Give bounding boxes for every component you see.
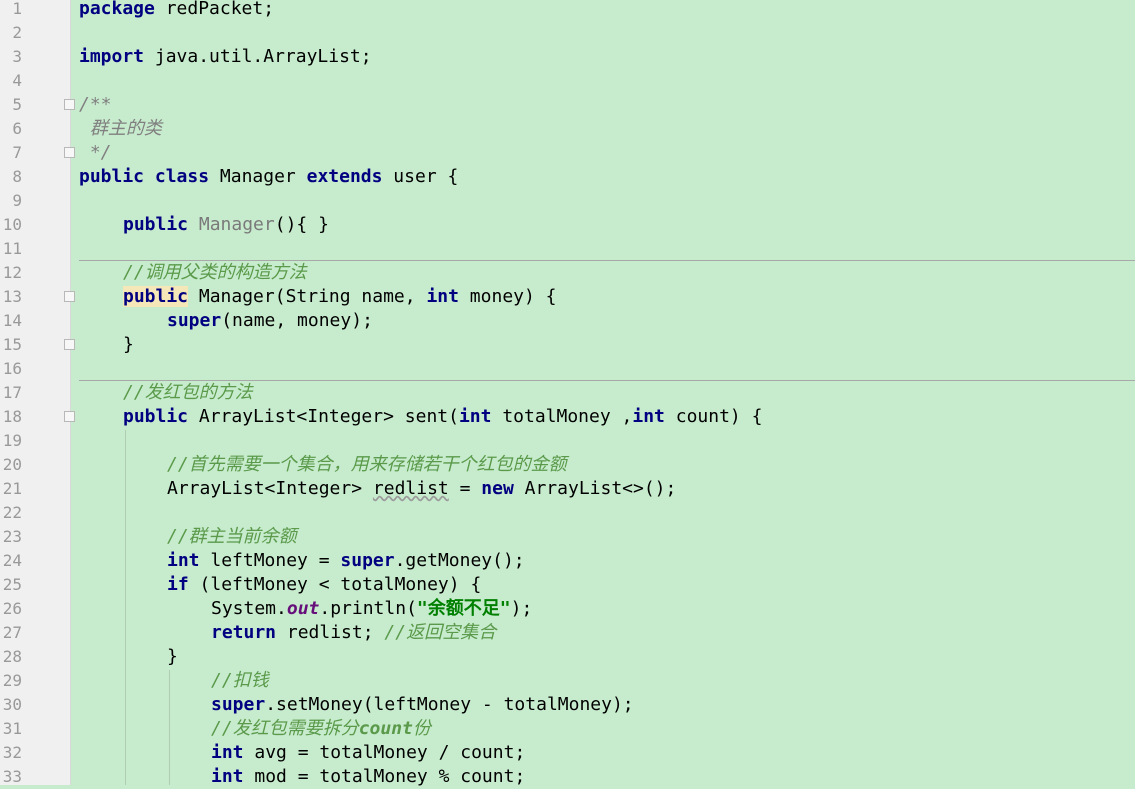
line-number: 22 bbox=[2, 503, 22, 522]
code-line: //发红包需要拆分count份 bbox=[211, 718, 431, 739]
line-number: 24 bbox=[2, 551, 22, 570]
line-number: 28 bbox=[2, 647, 22, 666]
code-line: } bbox=[123, 334, 134, 355]
line-number: 21 bbox=[2, 479, 22, 498]
line-number: 33 bbox=[2, 767, 22, 786]
line-number: 5 bbox=[12, 95, 22, 114]
line-number: 31 bbox=[2, 719, 22, 738]
line-number: 11 bbox=[2, 239, 22, 258]
line-number: 25 bbox=[2, 575, 22, 594]
line-number: 9 bbox=[12, 191, 22, 210]
code-line: return redlist; //返回空集合 bbox=[211, 622, 497, 643]
line-number: 30 bbox=[2, 695, 22, 714]
code-line: ArrayList<Integer> redlist = new ArrayLi… bbox=[167, 478, 677, 499]
line-number: 1 bbox=[12, 0, 22, 18]
line-number-gutter: 1 2 3 4 5 6 7 8 9 10 11 12 13 14 15 16 1… bbox=[0, 0, 75, 786]
line-number: 6 bbox=[12, 119, 22, 138]
code-line: //扣钱 bbox=[211, 670, 269, 691]
line-number: 20 bbox=[2, 455, 22, 474]
line-number: 32 bbox=[2, 743, 22, 762]
code-line: 群主的类 bbox=[79, 118, 162, 139]
code-editor[interactable]: package redPacket; import java.util.Arra… bbox=[71, 0, 1135, 787]
line-number: 2 bbox=[12, 23, 22, 42]
line-number: 10 bbox=[2, 215, 22, 234]
code-line: } bbox=[167, 646, 178, 667]
line-number: 19 bbox=[2, 431, 22, 450]
code-line: System.out.println("余额不足"); bbox=[211, 598, 533, 619]
code-line: if (leftMoney < totalMoney) { bbox=[167, 574, 482, 595]
code-line: */ bbox=[79, 142, 112, 163]
line-number: 4 bbox=[12, 71, 22, 90]
code-line: /** bbox=[79, 94, 112, 115]
code-line: public Manager(String name, int money) { bbox=[123, 286, 557, 307]
line-number: 15 bbox=[2, 335, 22, 354]
code-line: super(name, money); bbox=[167, 310, 373, 331]
code-line: int leftMoney = super.getMoney(); bbox=[167, 550, 525, 571]
line-number: 23 bbox=[2, 527, 22, 546]
code-line: import java.util.ArrayList; bbox=[79, 46, 372, 67]
indent-guide bbox=[169, 670, 170, 785]
line-number: 3 bbox=[12, 47, 22, 66]
line-number: 17 bbox=[2, 383, 22, 402]
line-number: 18 bbox=[2, 407, 22, 426]
code-line: //调用父类的构造方法 bbox=[123, 262, 307, 283]
line-number: 27 bbox=[2, 623, 22, 642]
line-number: 14 bbox=[2, 311, 22, 330]
line-number: 13 bbox=[2, 287, 22, 306]
code-line: //首先需要一个集合，用来存储若干个红包的金额 bbox=[167, 454, 567, 475]
code-line: package redPacket; bbox=[79, 0, 275, 19]
line-number: 26 bbox=[2, 599, 22, 618]
line-number: 8 bbox=[12, 167, 22, 186]
code-line: public ArrayList<Integer> sent(int total… bbox=[123, 406, 763, 427]
line-number: 29 bbox=[2, 671, 22, 690]
line-number: 16 bbox=[2, 359, 22, 378]
code-line: //发红包的方法 bbox=[123, 382, 253, 403]
code-line: super.setMoney(leftMoney - totalMoney); bbox=[211, 694, 634, 715]
code-line: //群主当前余额 bbox=[167, 526, 297, 547]
code-line: public class Manager extends user { bbox=[79, 166, 459, 187]
line-number: 12 bbox=[2, 263, 22, 282]
code-line: int mod = totalMoney % count; bbox=[211, 766, 526, 787]
code-line: public Manager(){ } bbox=[123, 214, 329, 235]
code-line: int avg = totalMoney / count; bbox=[211, 742, 526, 763]
indent-guide bbox=[125, 430, 126, 785]
line-number: 7 bbox=[12, 143, 22, 162]
